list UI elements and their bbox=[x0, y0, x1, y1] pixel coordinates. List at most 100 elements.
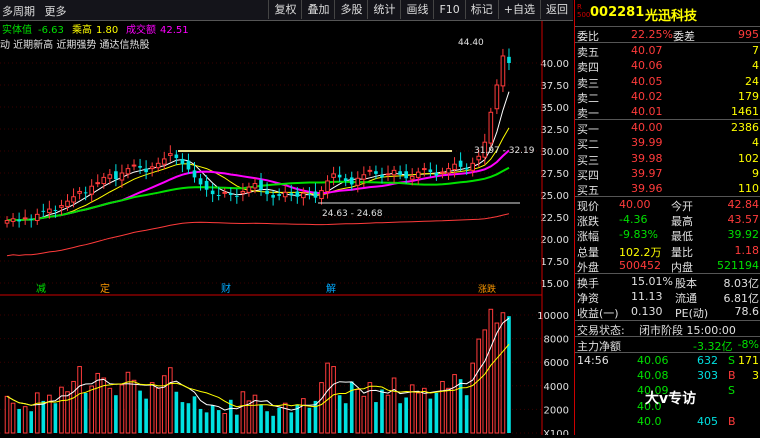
mark-button[interactable]: 标记 bbox=[464, 0, 498, 19]
candle-body bbox=[107, 174, 113, 179]
volume-bar bbox=[458, 379, 463, 433]
volume-bar bbox=[476, 338, 482, 434]
f10-button[interactable]: F10 bbox=[433, 0, 464, 19]
multi-stock-button[interactable]: 多股 bbox=[334, 0, 367, 19]
bid-list: 买一 40.00 2386 买二 39.99 4 买三 39.98 102 买四 39.97 9 买五 3… bbox=[575, 120, 760, 197]
candle-body bbox=[240, 190, 246, 194]
quote-header: R 500 002281 光迅科技 bbox=[575, 0, 760, 27]
volume-bar bbox=[89, 385, 95, 434]
volume-bar bbox=[138, 390, 142, 433]
volume-bar bbox=[349, 381, 354, 433]
candle-body bbox=[114, 171, 118, 180]
stat-row: 总量 102.2万 量比 1.18 bbox=[577, 243, 759, 259]
candle-body bbox=[131, 164, 137, 167]
volume-bar bbox=[22, 406, 28, 434]
low-range-label: 24.63 - 24.68 bbox=[322, 209, 383, 219]
add-watchlist-button[interactable]: +自选 bbox=[497, 0, 540, 19]
candle-body bbox=[222, 191, 228, 194]
bid-row: 买二 39.99 4 bbox=[577, 136, 759, 152]
candle-body bbox=[53, 209, 58, 211]
volume-bar bbox=[301, 398, 306, 434]
candle-body bbox=[252, 183, 258, 189]
candle-body bbox=[144, 168, 148, 173]
volume-axis-label: 8000 bbox=[544, 335, 569, 346]
candle-body bbox=[83, 192, 88, 194]
volume-bar bbox=[398, 403, 402, 433]
high-price-label: 44.40 bbox=[458, 38, 484, 48]
volume-bar bbox=[240, 391, 246, 434]
restore-rights-button[interactable]: 复权 bbox=[268, 0, 301, 19]
volume-bar bbox=[482, 329, 488, 434]
price-axis-label: 32.50 bbox=[540, 125, 569, 136]
indicator-label-1: 实体值 bbox=[2, 23, 32, 36]
candle-body bbox=[488, 111, 494, 144]
candle-body bbox=[289, 193, 294, 195]
stat-row: 现价 40.00 今开 42.84 bbox=[577, 198, 759, 214]
kline-chart-area[interactable]: 实体值 -6.63 乘高 1.80 成交额 42.51 动 近期新高 近期强势 … bbox=[0, 21, 573, 438]
candle-body bbox=[259, 180, 263, 190]
candle-body bbox=[138, 165, 142, 168]
fundamentals: 换手 15.01% 股本 8.03亿 净资 11.13 流通 6.81亿 收益(一) 0.130 P… bbox=[575, 274, 760, 320]
volume-bar bbox=[204, 412, 209, 433]
watermark: 大v专访 bbox=[645, 391, 697, 407]
event-tag-finance: 财 bbox=[221, 282, 231, 295]
period-menu[interactable]: 多周期 bbox=[2, 5, 35, 18]
ask-row: 卖四 40.06 4 bbox=[577, 59, 759, 75]
volume-bar bbox=[319, 382, 324, 434]
volume-bar bbox=[192, 396, 197, 433]
kline-chart[interactable]: 实体值 -6.63 乘高 1.80 成交额 42.51 动 近期新高 近期强势 … bbox=[0, 21, 573, 438]
candle-body bbox=[17, 219, 21, 222]
candle-body bbox=[77, 190, 82, 194]
price-axis-label: 20.00 bbox=[540, 235, 569, 246]
price-axis-label: 37.50 bbox=[540, 81, 569, 92]
ask-row: 卖三 40.05 24 bbox=[577, 74, 759, 90]
candle-body bbox=[119, 172, 125, 181]
volume-bar bbox=[380, 389, 384, 433]
back-button[interactable]: 返回 bbox=[540, 0, 573, 19]
volume-bar bbox=[180, 402, 185, 433]
candle-body bbox=[101, 176, 107, 185]
volume-bar bbox=[507, 316, 511, 433]
tick-row: 40.08 303 B 3 bbox=[637, 369, 759, 383]
event-tag-reduce: 减 bbox=[36, 283, 46, 295]
volume-bar bbox=[470, 362, 476, 434]
moving-average-line bbox=[6, 166, 510, 222]
candle-body bbox=[180, 158, 185, 165]
volume-bar bbox=[149, 382, 155, 434]
volume-bar bbox=[77, 366, 82, 434]
ask-list: 卖五 40.07 7 卖四 40.06 4 卖三 40.05 24 卖二 40.02 179 卖一 40.… bbox=[575, 43, 760, 120]
mid-range-label: 31.97 - 32.19 bbox=[474, 146, 535, 156]
volume-bar bbox=[198, 408, 203, 433]
statistics-button[interactable]: 统计 bbox=[367, 0, 400, 19]
volume-bar bbox=[361, 395, 367, 434]
volume-bar bbox=[17, 408, 21, 433]
candle-body bbox=[415, 171, 421, 178]
quote-panel: R 500 002281 光迅科技 委比 22.25% 委差 995 卖五 40.0… bbox=[574, 0, 760, 435]
candle-body bbox=[192, 170, 197, 178]
more-menu[interactable]: 更多 bbox=[45, 5, 67, 18]
candle-body bbox=[458, 160, 463, 167]
candle-body bbox=[380, 174, 384, 178]
volume-bar bbox=[446, 387, 451, 434]
main-flow-row[interactable]: 主力净额 -3.32亿 -8% bbox=[575, 337, 760, 353]
draw-line-button[interactable]: 画线 bbox=[400, 0, 433, 19]
candle-body bbox=[343, 178, 348, 181]
candle-body bbox=[161, 158, 167, 165]
candle-body bbox=[95, 182, 101, 185]
candle-body bbox=[277, 194, 281, 196]
candle-body bbox=[149, 166, 155, 170]
volume-bar bbox=[337, 395, 342, 433]
fund-row: 换手 15.01% 股本 8.03亿 bbox=[577, 275, 759, 290]
candle-body bbox=[47, 208, 52, 214]
volume-bar bbox=[222, 413, 228, 434]
volume-bar bbox=[259, 404, 263, 433]
candle-body bbox=[391, 169, 397, 176]
price-axis-label: 40.00 bbox=[540, 59, 569, 70]
volume-bar bbox=[161, 375, 167, 434]
volume-bar bbox=[271, 415, 275, 433]
volume-bar bbox=[174, 391, 179, 433]
candle-body bbox=[313, 191, 318, 198]
volume-bar bbox=[53, 403, 58, 433]
overlay-button[interactable]: 叠加 bbox=[301, 0, 334, 19]
candle-body bbox=[10, 218, 16, 222]
